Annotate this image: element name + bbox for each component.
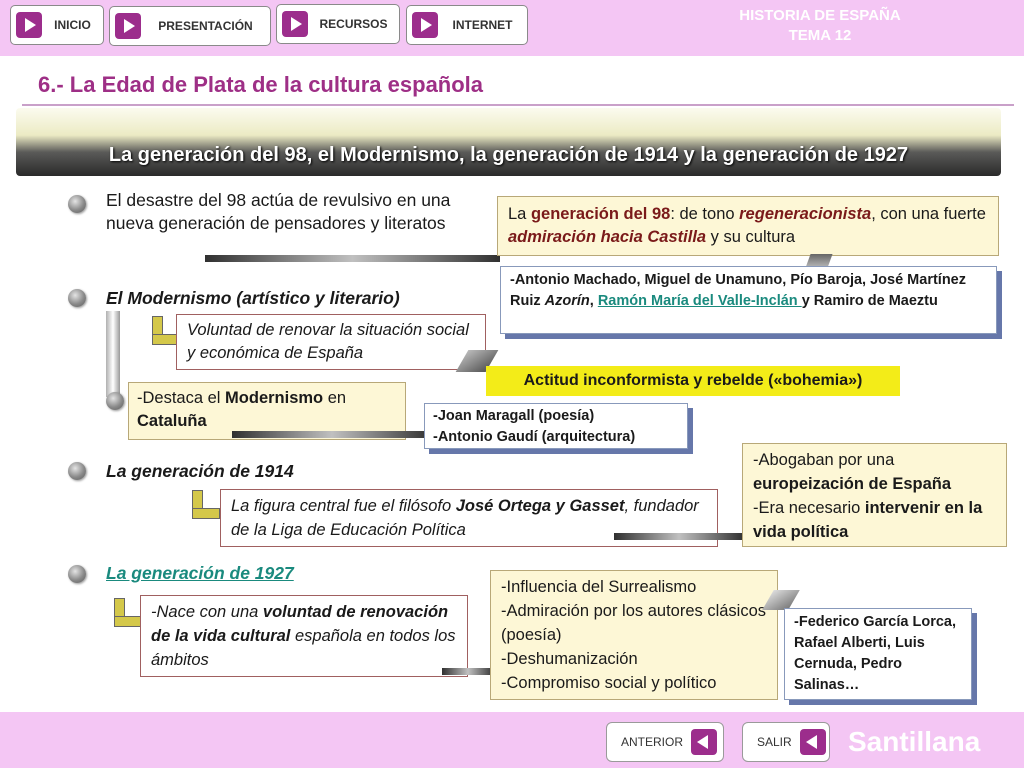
generation-1914-ideas: -Abogaban por una europeización de Españ… [742,443,1007,547]
nav-presentacion-button[interactable]: PRESENTACIÓN [109,6,271,46]
modernismo-attitude-box: Actitud inconformista y rebelde («bohemi… [486,366,900,396]
play-icon [115,13,141,39]
highlight: admiración hacia Castilla [508,228,707,246]
generation-98-intro: El desastre del 98 actúa de revulsivo en… [106,190,451,233]
modernismo-heading: El Modernismo (artístico y literario) [106,288,400,308]
page-title: 6.- La Edad de Plata de la cultura españ… [38,72,484,97]
highlight: José Ortega y Gasset [455,497,625,515]
generation-1927-authors: -Federico García Lorca, Rafael Alberti, … [784,608,972,700]
nav-presentacion-label: PRESENTACIÓN [158,19,253,33]
nav-internet-label: INTERNET [452,18,513,32]
connector-line [442,668,494,675]
bullet-icon [68,195,86,213]
text: -Nace con una [151,603,263,621]
play-icon [412,12,438,38]
text: Azorín [544,293,590,309]
brand-course-title: HISTORIA DE ESPAÑA [739,7,901,24]
text: -Destaca el [137,389,226,407]
text: -Abogaban por una [753,451,895,469]
text: , [589,293,598,309]
text: -Era necesario [753,499,865,517]
play-icon [16,12,42,38]
text: y Ramiro de Maeztu [801,293,938,309]
text: La [508,205,531,223]
modernismo-goal-box: Voluntad de renovar la situación social … [176,314,486,370]
text: La figura central fue el filósofo [231,497,456,515]
generation-1927-traits: -Influencia del Surrealismo -Admiración … [490,570,778,700]
trait-item: -Admiración por los autores clásicos (po… [501,602,767,644]
generation-1927-link[interactable]: La generación de 1927 [106,563,294,584]
bullet-icon [106,392,124,410]
author-line: -Joan Maragall (poesía) [433,408,595,424]
connector-line [614,533,744,540]
bullet-icon [68,462,86,480]
text: en [323,389,347,407]
trait-item: -Compromiso social y político [501,674,717,692]
highlight: Cataluña [137,412,207,430]
nav-recursos-button[interactable]: RECURSOS [276,4,400,44]
vertical-connector [106,311,120,397]
nav-inicio-label: INICIO [54,18,91,32]
title-divider [22,104,1014,106]
trait-item: -Deshumanización [501,650,638,668]
l-arrow-icon [190,490,220,524]
highlight: europeización de España [753,475,952,493]
section-banner-text: La generación del 98, el Modernismo, la … [108,144,909,166]
previous-button[interactable]: ANTERIOR [606,722,724,762]
back-arrow-icon [691,729,718,755]
brand-topic: TEMA 12 [788,27,852,44]
trait-item: -Influencia del Surrealismo [501,578,697,596]
valle-inclan-link[interactable]: Ramón María del Valle-Inclán [598,293,802,309]
nav-internet-button[interactable]: INTERNET [406,5,528,45]
text: Federico García Lorca, Rafael Alberti, L… [794,614,956,693]
nav-recursos-label: RECURSOS [319,17,388,31]
bullet-icon [68,565,86,583]
generation-1914-heading: La generación de 1914 [106,461,294,481]
bullet-icon [68,289,86,307]
generation-98-box: La generación del 98: de tono regeneraci… [497,196,999,256]
back-arrow-icon [799,729,826,755]
exit-button[interactable]: SALIR [742,722,830,762]
nav-inicio-button[interactable]: INICIO [10,5,104,45]
course-brand: HISTORIA DE ESPAÑA TEMA 12 [720,6,920,46]
author-line: -Antonio Gaudí (arquitectura) [433,429,636,445]
text: y su cultura [706,228,796,246]
l-arrow-icon [112,598,142,632]
connector-line [232,431,432,438]
previous-label: ANTERIOR [621,735,684,749]
generation-1927-box: -Nace con una voluntad de renovación de … [140,595,468,677]
text: : de tono [670,205,740,223]
highlight: regeneracionista [739,205,872,223]
generation-98-authors: -Antonio Machado, Miguel de Unamuno, Pío… [500,266,997,334]
modernismo-authors: -Joan Maragall (poesía) -Antonio Gaudí (… [424,403,688,449]
connector-line [205,255,500,262]
text: , con una fuerte [871,205,986,223]
publisher-logo: Santillana [848,726,981,757]
exit-label: SALIR [757,735,792,749]
highlight: generación del 98 [530,205,671,223]
highlight: Modernismo [225,389,324,407]
play-icon [282,11,308,37]
